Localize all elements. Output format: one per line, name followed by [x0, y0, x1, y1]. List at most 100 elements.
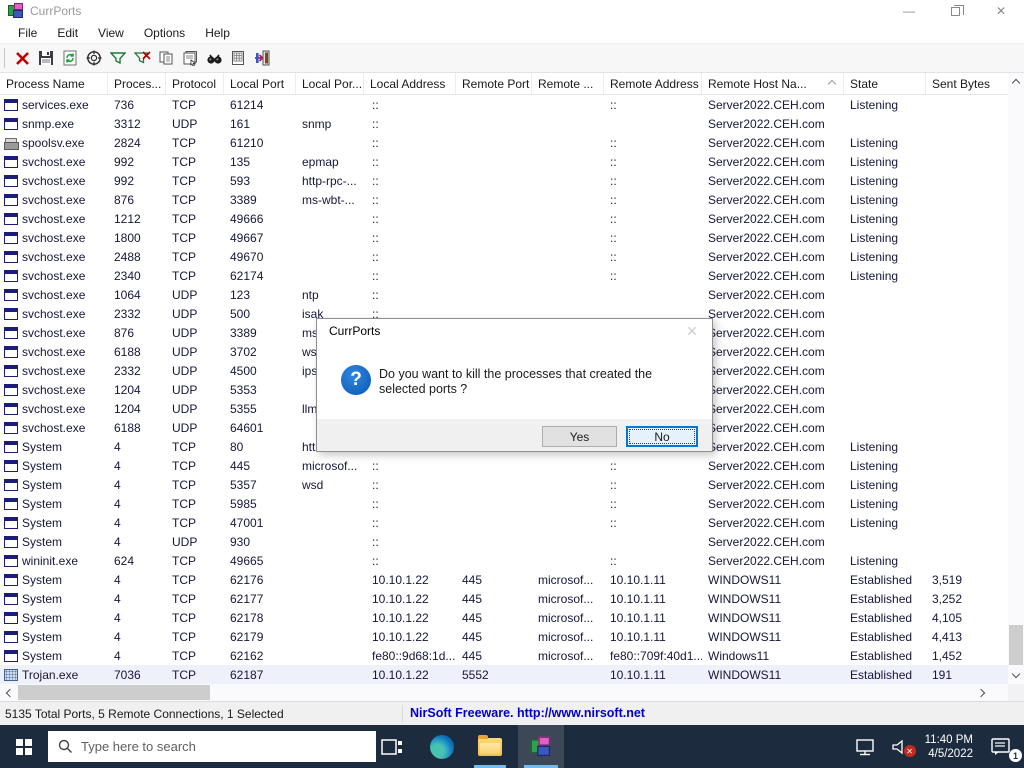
copy-icon[interactable] [154, 46, 178, 70]
find-icon[interactable] [202, 46, 226, 70]
menu-help[interactable]: Help [195, 23, 240, 43]
col-remote-host-name[interactable]: Remote Host Na... [702, 73, 844, 94]
col-local-port-name[interactable]: Local Por... [296, 73, 364, 94]
cell-lp: 500 [230, 306, 251, 321]
scroll-up-icon[interactable] [1008, 73, 1024, 90]
cell-st: Established [850, 667, 913, 682]
table-row[interactable]: System 4 TCP 62176 10.10.1.22 445 microsof... 1… [0, 570, 1008, 589]
process-icon [4, 193, 18, 206]
minimize-button[interactable]: — [886, 0, 932, 22]
scroll-down-icon[interactable] [1008, 667, 1024, 684]
cell-la: 10.10.1.22 [372, 610, 429, 625]
cell-pid: 1204 [114, 382, 141, 397]
table-row[interactable]: System 4 TCP 5357 wsd:::: Server2022.CEH.com L… [0, 475, 1008, 494]
no-button[interactable]: No [626, 426, 698, 447]
edge-button[interactable] [420, 725, 464, 768]
volume-tray-button[interactable]: ✕ [884, 725, 918, 768]
menu-options[interactable]: Options [134, 23, 195, 43]
col-local-address[interactable]: Local Address [364, 73, 456, 94]
task-view-button[interactable] [370, 725, 414, 768]
notification-center-button[interactable]: 1 [983, 725, 1024, 768]
taskbar-search[interactable] [48, 731, 376, 762]
close-button[interactable]: ✕ [978, 0, 1024, 22]
report-icon[interactable] [226, 46, 250, 70]
col-remote-port[interactable]: Remote Port [456, 73, 532, 94]
restore-button[interactable] [932, 0, 978, 22]
col-protocol[interactable]: Protocol [166, 73, 224, 94]
table-row[interactable]: System 4 TCP 62177 10.10.1.22 445 microsof... 1… [0, 589, 1008, 608]
table-row[interactable]: svchost.exe 2340 TCP 62174:::: Server2022.CE… [0, 266, 1008, 285]
exit-icon[interactable] [250, 46, 274, 70]
col-remote-port-name[interactable]: Remote ... [532, 73, 604, 94]
table-row[interactable]: svchost.exe 1064 UDP 123 ntp:: Server2022.CEH… [0, 285, 1008, 304]
cell-pr: TCP [172, 496, 196, 511]
col-sent-bytes[interactable]: Sent Bytes [926, 73, 1008, 94]
cell-pr: UDP [172, 306, 198, 321]
cell-pid: 1204 [114, 401, 141, 416]
cell-rh: WINDOWS11 [708, 572, 782, 587]
cell-rp: 445 [462, 648, 483, 663]
taskbar-clock[interactable]: 11:40 PM 4/5/2022 [918, 725, 983, 768]
cell-sb: 191 [932, 667, 953, 682]
col-process-name[interactable]: Process Name [0, 73, 108, 94]
nirsoft-link[interactable]: NirSoft Freeware. http://www.nirsoft.net [410, 706, 645, 720]
dialog-close-icon[interactable]: ✕ [672, 319, 712, 343]
table-row[interactable]: spoolsv.exe 2824 TCP 61210:::: Server2022.CE… [0, 133, 1008, 152]
scope-icon[interactable] [82, 46, 106, 70]
horizontal-scrollbar[interactable] [0, 684, 1008, 701]
yes-button[interactable]: Yes [542, 426, 617, 447]
col-local-port[interactable]: Local Port [224, 73, 296, 94]
file-explorer-button[interactable] [468, 725, 512, 768]
menu-view[interactable]: View [88, 23, 134, 43]
table-row[interactable]: services.exe 736 TCP 61214:::: Server2022.CE… [0, 95, 1008, 114]
cell-rh: Server2022.CEH.com [708, 135, 825, 150]
process-icon [4, 269, 18, 282]
kill-process-icon[interactable] [10, 46, 34, 70]
vertical-scroll-thumb[interactable] [1009, 625, 1023, 665]
cell-la: :: [372, 477, 379, 492]
clear-filter-icon[interactable] [130, 46, 154, 70]
table-row[interactable]: System 4 TCP 62179 10.10.1.22 445 microsof... 1… [0, 627, 1008, 646]
properties-icon[interactable] [178, 46, 202, 70]
cell-pr: TCP [172, 173, 196, 188]
col-state[interactable]: State [844, 73, 926, 94]
network-tray-button[interactable] [848, 725, 884, 768]
table-row[interactable]: svchost.exe 1800 TCP 49667:::: Server2022.CE… [0, 228, 1008, 247]
cell-la: :: [372, 97, 379, 112]
table-row[interactable]: wininit.exe 624 TCP 49665:::: Server2022.CEH… [0, 551, 1008, 570]
table-row[interactable]: System 4 UDP 930:: Server2022.CEH.com [0, 532, 1008, 551]
save-icon[interactable] [34, 46, 58, 70]
cell-pid: 3312 [114, 116, 141, 131]
cell-pid: 1064 [114, 287, 141, 302]
col-remote-address[interactable]: Remote Address [604, 73, 702, 94]
table-row[interactable]: System 4 TCP 5985:::: Server2022.CEH.com List… [0, 494, 1008, 513]
table-row[interactable]: snmp.exe 3312 UDP 161 snmp:: Server2022.CEH.c… [0, 114, 1008, 133]
table-row[interactable]: System 4 TCP 47001:::: Server2022.CEH.com Lis… [0, 513, 1008, 532]
cell-pid: 4 [114, 591, 121, 606]
vertical-scrollbar[interactable] [1008, 73, 1024, 684]
cell-pr: UDP [172, 363, 198, 378]
table-row[interactable]: Trojan.exe 7036 TCP 62187 10.10.1.22 5552 10.1… [0, 665, 1008, 684]
menu-file[interactable]: File [8, 23, 47, 43]
menu-edit[interactable]: Edit [47, 23, 88, 43]
table-row[interactable]: svchost.exe 1212 TCP 49666:::: Server2022.CE… [0, 209, 1008, 228]
cell-ra: 10.10.1.11 [610, 610, 666, 625]
horizontal-scroll-thumb[interactable] [18, 685, 210, 700]
table-row[interactable]: svchost.exe 992 TCP 135 epmap:::: Server2022.… [0, 152, 1008, 171]
table-row[interactable]: svchost.exe 2488 TCP 49670:::: Server2022.CE… [0, 247, 1008, 266]
scroll-left-icon[interactable] [0, 684, 17, 701]
table-row[interactable]: System 4 TCP 445 microsof...:::: Server2022.C… [0, 456, 1008, 475]
currports-taskbar-button[interactable] [518, 725, 564, 768]
cell-st: Listening [850, 268, 899, 283]
refresh-icon[interactable] [58, 46, 82, 70]
table-row[interactable]: System 4 TCP 62162 fe80::9d68:1d... 445 micros… [0, 646, 1008, 665]
start-button[interactable] [0, 725, 48, 768]
table-row[interactable]: svchost.exe 992 TCP 593 http-rpc-...:::: Serv… [0, 171, 1008, 190]
search-input[interactable] [81, 739, 331, 754]
table-row[interactable]: System 4 TCP 62178 10.10.1.22 445 microsof... 1… [0, 608, 1008, 627]
scroll-right-icon[interactable] [974, 684, 991, 701]
filter-icon[interactable] [106, 46, 130, 70]
toolbar [0, 44, 1024, 73]
col-process-id[interactable]: Proces... [108, 73, 166, 94]
table-row[interactable]: svchost.exe 876 TCP 3389 ms-wbt-...:::: Serve… [0, 190, 1008, 209]
